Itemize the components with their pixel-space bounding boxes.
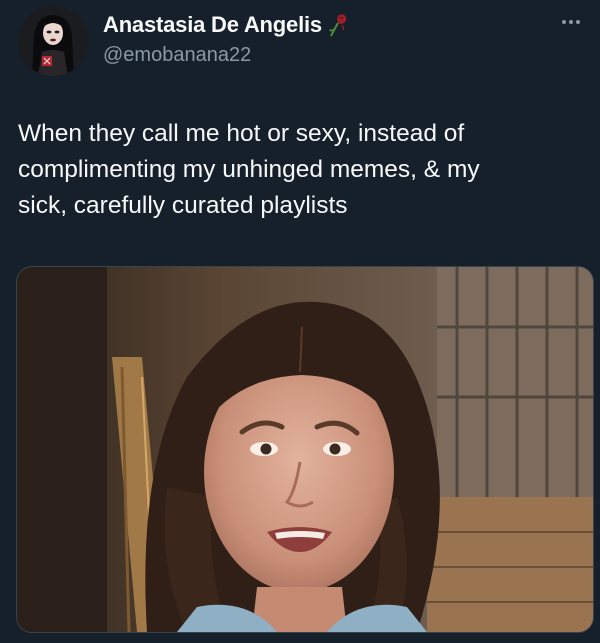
tweet-text: When they call me hot or sexy, instead o…	[18, 120, 480, 219]
wilted-rose-icon	[326, 12, 350, 38]
more-options-button[interactable]	[556, 10, 586, 34]
author-handle[interactable]: @emobanana22	[103, 44, 251, 67]
author-avatar[interactable]	[18, 6, 88, 76]
display-name-row: Anastasia De Angelis	[103, 10, 350, 40]
tweet-card: Anastasia De Angelis @emobanana22 When t…	[0, 0, 600, 643]
tweet-media-image[interactable]	[16, 266, 594, 633]
author-display-name[interactable]: Anastasia De Angelis	[103, 12, 322, 38]
more-options-icon	[562, 20, 566, 24]
reaction-photo	[17, 267, 593, 632]
gothic-woman-avatar-icon	[18, 6, 88, 76]
